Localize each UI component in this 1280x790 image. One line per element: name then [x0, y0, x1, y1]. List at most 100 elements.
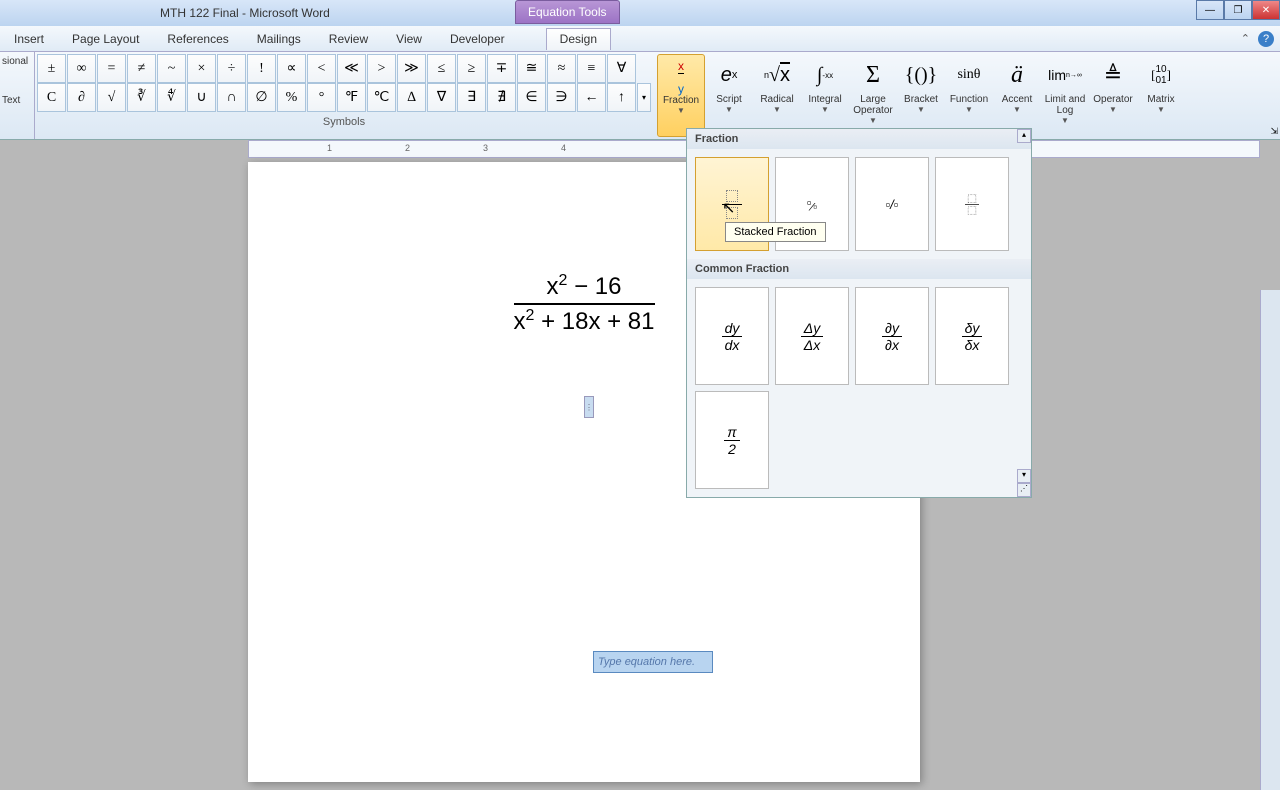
symbol-row-1: ± ∞ = ≠ ~ × ÷ ! ∝ < ≪ > ≫ ≤ ≥ ∓ ≅ ≈ ≡ ∀ — [37, 54, 651, 83]
symbol-geq[interactable]: ≥ — [457, 54, 486, 83]
symbol-equiv[interactable]: ≡ — [577, 54, 606, 83]
dy-dx-item[interactable]: dydx — [695, 287, 769, 385]
radical-button[interactable]: n√x Radical ▼ — [753, 54, 801, 137]
symbol-emptyset[interactable]: ∅ — [247, 83, 276, 112]
close-button[interactable]: ✕ — [1252, 0, 1280, 20]
radical-icon: n√x — [764, 56, 790, 94]
symbol-tilde[interactable]: ~ — [157, 54, 186, 83]
linear-fraction-item[interactable]: ▫/▫ — [855, 157, 929, 251]
symbol-uparrow[interactable]: ↑ — [607, 83, 636, 112]
matrix-icon: [1001] — [1151, 56, 1171, 94]
help-icon[interactable]: ? — [1258, 31, 1274, 47]
equation-placeholder[interactable]: Type equation here. — [593, 651, 713, 673]
symbol-notexists[interactable]: ∄ — [487, 83, 516, 112]
symbol-delta[interactable]: ∆ — [397, 83, 426, 112]
symbol-union[interactable]: ∪ — [187, 83, 216, 112]
symbol-exists[interactable]: ∃ — [457, 83, 486, 112]
symbol-approx[interactable]: ≈ — [547, 54, 576, 83]
symbol-notequal[interactable]: ≠ — [127, 54, 156, 83]
symbol-equals[interactable]: = — [97, 54, 126, 83]
ribbon-tabs: Insert Page Layout References Mailings R… — [0, 26, 1280, 52]
vertical-scrollbar[interactable] — [1260, 290, 1280, 790]
symbol-4root[interactable]: ∜ — [157, 83, 186, 112]
tab-mailings[interactable]: Mailings — [243, 32, 315, 46]
symbol-gt[interactable]: > — [367, 54, 396, 83]
symbol-leq[interactable]: ≤ — [427, 54, 456, 83]
small-fraction-item[interactable] — [935, 157, 1009, 251]
symbol-elementof[interactable]: ∈ — [517, 83, 546, 112]
symbol-degree[interactable]: ° — [307, 83, 336, 112]
symbol-nabla[interactable]: ∇ — [427, 83, 456, 112]
symbol-sqrt[interactable]: √ — [97, 83, 126, 112]
symbol-leftarrow[interactable]: ← — [577, 83, 606, 112]
operator-button[interactable]: ≜ Operator ▼ — [1089, 54, 1137, 137]
symbol-factorial[interactable]: ! — [247, 54, 276, 83]
function-button[interactable]: sinθ Function ▼ — [945, 54, 993, 137]
linear-text[interactable]: Text — [0, 91, 34, 110]
symbol-plusminus[interactable]: ± — [37, 54, 66, 83]
symbol-times[interactable]: × — [187, 54, 216, 83]
symbol-lt[interactable]: < — [307, 54, 336, 83]
accent-button[interactable]: ä Accent ▼ — [993, 54, 1041, 137]
symbol-cbrt[interactable]: ∛ — [127, 83, 156, 112]
equation-handle-left[interactable]: ⋮ — [584, 396, 594, 418]
fraction-button[interactable]: xy Fraction ▼ — [657, 54, 705, 137]
symbols-group-label: Symbols — [37, 116, 651, 128]
integral-label: Integral — [808, 94, 841, 105]
resize-grip-icon[interactable]: ⋰ — [1017, 483, 1031, 497]
partial-y-x-item[interactable]: ∂y∂x — [855, 287, 929, 385]
symbol-percent[interactable]: % — [277, 83, 306, 112]
symbol-muchlt[interactable]: ≪ — [337, 54, 366, 83]
limit-log-button[interactable]: limn→∞ Limit andLog ▼ — [1041, 54, 1089, 137]
symbol-congruent[interactable]: ≅ — [517, 54, 546, 83]
chevron-down-icon: ▼ — [869, 116, 877, 125]
tab-design[interactable]: Design — [546, 28, 611, 50]
ribbon: sional Text ⇲ ± ∞ = ≠ ~ × ÷ ! ∝ < ≪ > ≫ … — [0, 52, 1280, 140]
tab-developer[interactable]: Developer — [436, 32, 519, 46]
tab-review[interactable]: Review — [315, 32, 382, 46]
symbol-forall[interactable]: ∀ — [607, 54, 636, 83]
tab-insert[interactable]: Insert — [0, 32, 58, 46]
matrix-button[interactable]: [1001] Matrix ▼ — [1137, 54, 1185, 137]
script-button[interactable]: ex Script ▼ — [705, 54, 753, 137]
symbol-celsius[interactable]: ℃ — [367, 83, 396, 112]
tab-page-layout[interactable]: Page Layout — [58, 32, 153, 46]
ribbon-collapse-icon[interactable]: ⌃ — [1241, 32, 1250, 45]
variation-y-x-item[interactable]: δyδx — [935, 287, 1009, 385]
symbol-intersect[interactable]: ∩ — [217, 83, 246, 112]
chevron-down-icon: ▼ — [1109, 105, 1117, 114]
dialog-launcher-icon[interactable]: ⇲ — [1270, 126, 1278, 137]
dropdown-header-fraction: Fraction — [687, 129, 1031, 149]
titlebar: MTH 122 Final - Microsoft Word Equation … — [0, 0, 1280, 26]
symbol-fahrenheit[interactable]: ℉ — [337, 83, 366, 112]
integral-button[interactable]: ∫-xx Integral ▼ — [801, 54, 849, 137]
symbol-contains[interactable]: ∋ — [547, 83, 576, 112]
professional-text[interactable]: sional — [0, 52, 34, 71]
symbol-mp[interactable]: ∓ — [487, 54, 516, 83]
symbols-expand-button[interactable]: ▾ — [637, 83, 651, 112]
chevron-down-icon: ▼ — [1157, 105, 1165, 114]
accent-label: Accent — [1002, 94, 1033, 105]
large-operator-button[interactable]: Σ LargeOperator ▼ — [849, 54, 897, 137]
chevron-down-icon: ▼ — [917, 105, 925, 114]
symbol-muchgt[interactable]: ≫ — [397, 54, 426, 83]
symbol-infinity[interactable]: ∞ — [67, 54, 96, 83]
pi-over-2-item[interactable]: π2 — [695, 391, 769, 489]
symbol-partial[interactable]: ∂ — [67, 83, 96, 112]
tab-references[interactable]: References — [153, 32, 242, 46]
symbol-complement[interactable]: C — [37, 83, 66, 112]
chevron-down-icon: ▼ — [773, 105, 781, 114]
symbol-divide[interactable]: ÷ — [217, 54, 246, 83]
scroll-up-button[interactable]: ▴ — [1017, 129, 1031, 143]
maximize-button[interactable]: ❐ — [1224, 0, 1252, 20]
chevron-down-icon: ▼ — [677, 106, 685, 115]
symbol-propto[interactable]: ∝ — [277, 54, 306, 83]
minimize-button[interactable]: — — [1196, 0, 1224, 20]
tab-view[interactable]: View — [382, 32, 436, 46]
document-area: 1 2 3 4 Name Date: x2 − 16 x2 + 18x + 81… — [0, 140, 1280, 720]
scroll-down-button[interactable]: ▾ — [1017, 469, 1031, 483]
limit-log-label: Limit andLog — [1045, 94, 1086, 116]
fraction-label: Fraction — [663, 95, 699, 106]
bracket-button[interactable]: {()} Bracket ▼ — [897, 54, 945, 137]
delta-y-x-item[interactable]: ΔyΔx — [775, 287, 849, 385]
